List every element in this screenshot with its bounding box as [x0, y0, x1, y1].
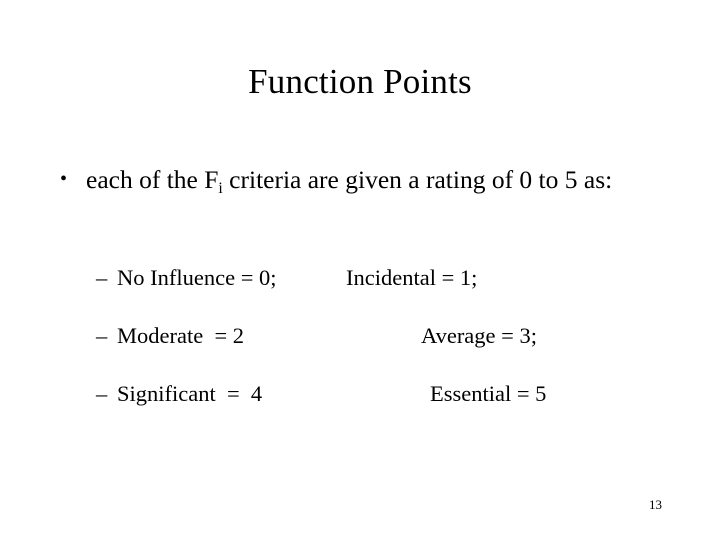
- page-number: 13: [649, 497, 662, 512]
- rating-label-right: Average = 3;: [421, 323, 537, 348]
- rating-label-left: No Influence = 0;: [117, 265, 277, 290]
- dash-marker-icon: –: [96, 381, 108, 406]
- bullet-text-segment-2: criteria are given a rating of 0 to 5 as…: [222, 165, 613, 194]
- list-item: – No Influence = 0; Incidental = 1;: [96, 263, 696, 321]
- bullet-text-segment-1: each of the F: [86, 165, 219, 194]
- rating-label-left: Moderate = 2: [117, 323, 245, 348]
- sub-bullet-list: – No Influence = 0; Incidental = 1; – Mo…: [96, 263, 696, 437]
- dash-marker-icon: –: [96, 265, 108, 290]
- rating-label-right: Essential = 5: [430, 381, 547, 406]
- rating-label-left: Significant = 4: [117, 381, 263, 406]
- dash-marker-icon: –: [96, 323, 108, 348]
- bullet-item-primary: • each of the Fi criteria are given a ra…: [58, 163, 678, 200]
- slide: Function Points • each of the Fi criteri…: [0, 0, 720, 540]
- bullet-marker-icon: •: [60, 168, 68, 190]
- list-item: – Moderate = 2 Average = 3;: [96, 321, 696, 379]
- page-title: Function Points: [248, 62, 472, 102]
- bullet-subscript: i: [218, 180, 223, 198]
- rating-label-right: Incidental = 1;: [346, 265, 478, 290]
- body-content: • each of the Fi criteria are given a ra…: [58, 163, 678, 200]
- list-item: – Significant = 4 Essential = 5: [96, 379, 696, 437]
- bullet-text: each of the Fi criteria are given a rati…: [86, 163, 678, 200]
